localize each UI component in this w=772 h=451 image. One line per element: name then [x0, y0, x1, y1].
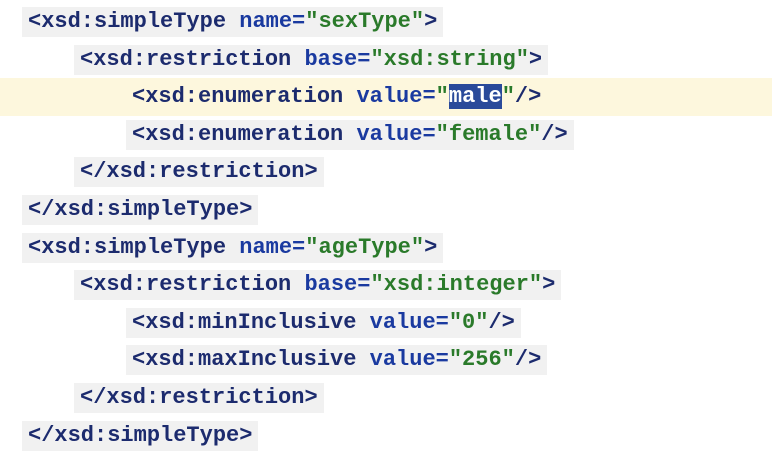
code-token: xsd:minInclusive: [145, 309, 357, 335]
code-text: <xsd:minInclusive value="0"/>: [132, 304, 515, 342]
code-token: ": [501, 84, 515, 110]
code-line[interactable]: <xsd:restriction base="xsd:integer">: [0, 266, 772, 304]
code-token: "256": [448, 347, 515, 373]
code-token: </: [80, 159, 107, 185]
code-token: ": [435, 84, 449, 110]
code-token: value=: [369, 347, 449, 373]
code-token: xsd:maxInclusive: [145, 347, 357, 373]
code-text: </xsd:restriction>: [80, 153, 318, 191]
code-line[interactable]: </xsd:simpleType>: [0, 191, 772, 229]
code-text: <xsd:restriction base="xsd:integer">: [80, 266, 555, 304]
code-token: xsd:simpleType: [41, 9, 227, 34]
code-line[interactable]: </xsd:simpleType>: [0, 417, 772, 451]
code-token: </: [28, 422, 55, 448]
code-token: xsd:simpleType: [41, 234, 227, 260]
code-token: xsd:enumeration: [145, 121, 344, 147]
code-token: xsd:enumeration: [145, 84, 344, 110]
code-line[interactable]: </xsd:restriction>: [0, 153, 772, 191]
code-token: >: [239, 197, 253, 222]
code-token: />: [541, 121, 568, 147]
code-token: "xsd:string": [370, 46, 529, 72]
code-text: <xsd:enumeration value="male"/>: [132, 78, 541, 116]
code-token: xsd:restriction: [106, 385, 305, 410]
code-text: <xsd:maxInclusive value="256"/>: [132, 341, 541, 379]
code-line[interactable]: </xsd:restriction>: [0, 379, 772, 417]
code-token: />: [514, 84, 542, 110]
code-token: xsd:simpleType: [54, 422, 240, 448]
code-token: xsd:restriction: [93, 46, 292, 72]
code-token: <: [132, 121, 146, 147]
code-token: >: [424, 9, 438, 34]
code-token: base=: [304, 46, 371, 72]
code-token: </: [80, 385, 107, 410]
code-token: value=: [356, 84, 436, 110]
code-token: xsd:restriction: [106, 159, 305, 185]
code-token: </: [28, 197, 55, 222]
code-line[interactable]: <xsd:simpleType name="sexType">: [0, 3, 772, 41]
code-text: <xsd:simpleType name="ageType">: [28, 229, 437, 267]
code-line[interactable]: <xsd:minInclusive value="0"/>: [0, 304, 772, 342]
code-token: <: [28, 9, 42, 34]
code-token: <: [80, 272, 94, 298]
code-token: "sexType": [305, 9, 425, 34]
code-token: <: [80, 46, 94, 72]
code-token: value=: [356, 121, 436, 147]
code-line[interactable]: <xsd:enumeration value="male"/>: [0, 78, 772, 117]
code-token: "female": [435, 121, 542, 147]
code-line[interactable]: <xsd:simpleType name="ageType">: [0, 229, 772, 267]
code-text: </xsd:simpleType>: [28, 417, 252, 451]
selected-text: male: [448, 84, 502, 110]
code-line[interactable]: <xsd:maxInclusive value="256"/>: [0, 341, 772, 379]
code-text: </xsd:simpleType>: [28, 191, 252, 229]
code-token: <: [132, 309, 146, 335]
code-token: >: [304, 159, 318, 185]
code-token: />: [514, 347, 542, 373]
code-token: "xsd:integer": [370, 272, 543, 298]
code-text: <xsd:enumeration value="female"/>: [132, 116, 568, 154]
code-token: />: [488, 309, 515, 335]
code-token: base=: [304, 272, 371, 298]
code-text: <xsd:restriction base="xsd:string">: [80, 41, 542, 79]
code-token: >: [424, 234, 438, 260]
code-token: value=: [369, 309, 449, 335]
code-token: xsd:restriction: [93, 272, 292, 298]
code-token: xsd:simpleType: [54, 197, 240, 222]
code-line[interactable]: <xsd:enumeration value="female"/>: [0, 116, 772, 154]
code-token: >: [528, 46, 543, 72]
code-token: "0": [448, 309, 489, 335]
code-token: <: [28, 234, 42, 260]
code-text: <xsd:simpleType name="sexType">: [28, 3, 437, 41]
code-line[interactable]: <xsd:restriction base="xsd:string">: [0, 41, 772, 79]
code-token: >: [542, 272, 556, 298]
code-editor[interactable]: <xsd:simpleType name="sexType"> <xsd:rest…: [0, 0, 772, 451]
code-token: >: [239, 422, 253, 448]
code-token: <: [132, 347, 146, 373]
code-token: name=: [239, 9, 306, 34]
code-token: "ageType": [305, 234, 425, 260]
code-token: <: [132, 84, 146, 110]
code-text: </xsd:restriction>: [80, 379, 318, 417]
code-token: >: [304, 385, 318, 410]
code-token: name=: [239, 234, 306, 260]
